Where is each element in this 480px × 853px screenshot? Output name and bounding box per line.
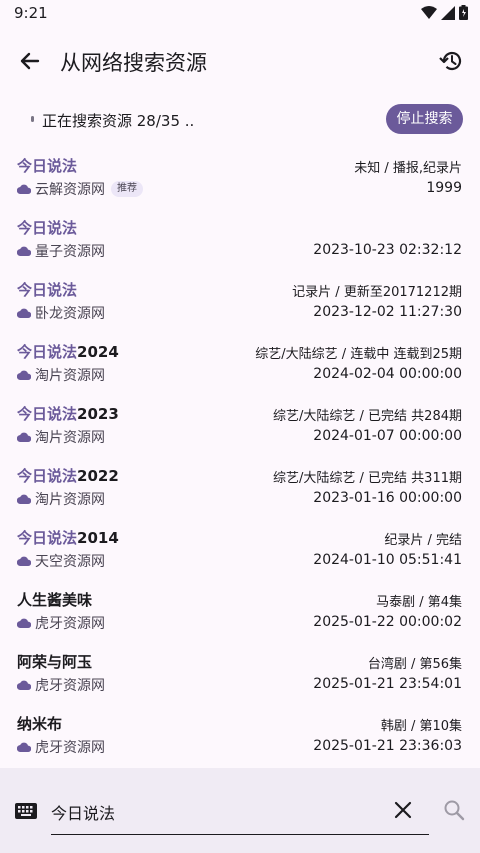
item-title: 阿荣与阿玉 [17, 653, 93, 671]
cloud-icon [17, 432, 31, 442]
item-source: 卧龙资源网 [17, 303, 105, 323]
item-source: 淘片资源网 [17, 489, 105, 509]
status-icons [421, 5, 468, 20]
item-meta: 未知 / 播报,纪录片 [354, 161, 462, 176]
source-name: 虎牙资源网 [35, 616, 105, 632]
source-name: 淘片资源网 [35, 430, 105, 446]
cloud-icon [17, 308, 31, 318]
list-item[interactable]: 人生酱美味 虎牙资源网 马泰剧 / 第4集 2025-01-22 00:00:0… [0, 583, 480, 645]
arrow-back-icon [20, 52, 40, 70]
battery-icon [459, 5, 468, 20]
search-progress-text: 正在搜索资源 28/35 .. [42, 112, 195, 130]
item-title: 人生酱美味 [17, 591, 93, 609]
item-time: 2024-02-04 00:00:00 [313, 366, 462, 382]
progress-indicator [31, 116, 34, 122]
cloud-icon [17, 494, 31, 504]
list-item[interactable]: 今日说法 云解资源网 推荐 未知 / 播报,纪录片 1999 [0, 149, 480, 211]
cloud-icon [17, 742, 31, 752]
list-item[interactable]: 今日说法2014 天空资源网 纪录片 / 完结 2024-01-10 05:51… [0, 521, 480, 583]
wifi-icon [421, 5, 437, 19]
item-meta: 综艺/大陆综艺 / 已完结 共284期 [273, 409, 462, 424]
item-meta: 记录片 / 更新至20171212期 [292, 285, 462, 300]
item-time: 2025-01-22 00:00:02 [313, 614, 462, 630]
source-name: 淘片资源网 [35, 492, 105, 508]
search-input-value: 今日说法 [51, 804, 116, 823]
item-source: 虎牙资源网 [17, 737, 105, 757]
item-source: 云解资源网 推荐 [17, 179, 143, 199]
cloud-icon [17, 370, 31, 380]
search-bar: 今日说法 [0, 768, 480, 853]
cloud-icon [17, 618, 31, 628]
item-time: 1999 [426, 180, 462, 196]
source-name: 虎牙资源网 [35, 678, 105, 694]
list-item[interactable]: 纳米布 虎牙资源网 韩剧 / 第10集 2025-01-21 23:36:03 [0, 707, 480, 769]
item-time: 2023-01-16 00:00:00 [313, 490, 462, 506]
keyboard-icon[interactable] [15, 803, 37, 819]
item-time: 2025-01-21 23:54:01 [313, 676, 462, 692]
app-bar: 从网络搜索资源 [0, 36, 480, 86]
item-meta: 台湾剧 / 第56集 [367, 657, 462, 672]
page-title: 从网络搜索资源 [60, 51, 207, 75]
item-source: 淘片资源网 [17, 427, 105, 447]
search-icon [444, 800, 465, 821]
list-item[interactable]: 阿荣与阿玉 虎牙资源网 台湾剧 / 第56集 2025-01-21 23:54:… [0, 645, 480, 707]
item-title: 今日说法 [17, 157, 78, 175]
source-name: 量子资源网 [35, 244, 105, 260]
item-title: 今日说法2014 [17, 529, 119, 547]
item-source: 淘片资源网 [17, 365, 105, 385]
item-meta: 马泰剧 / 第4集 [376, 595, 462, 610]
clear-button[interactable] [392, 799, 414, 821]
cloud-icon [17, 680, 31, 690]
item-title: 今日说法 [17, 219, 78, 237]
cloud-icon [17, 246, 31, 256]
close-icon [394, 801, 412, 819]
list-item[interactable]: 今日说法2024 淘片资源网 综艺/大陆综艺 / 连载中 连载到25期 2024… [0, 335, 480, 397]
item-meta: 综艺/大陆综艺 / 已完结 共311期 [273, 471, 462, 486]
item-title: 今日说法 [17, 281, 78, 299]
source-name: 淘片资源网 [35, 368, 105, 384]
item-title: 今日说法2024 [17, 343, 119, 361]
list-item[interactable]: 今日说法 量子资源网 2023-10-23 02:32:12 [0, 211, 480, 273]
source-name: 虎牙资源网 [35, 740, 105, 756]
source-name: 天空资源网 [35, 554, 105, 570]
item-time: 2025-01-21 23:36:03 [313, 738, 462, 754]
status-time: 9:21 [14, 4, 48, 22]
results-list: 今日说法 云解资源网 推荐 未知 / 播报,纪录片 1999 今日说法 量子资源… [0, 149, 480, 769]
item-meta: 综艺/大陆综艺 / 连载中 连载到25期 [255, 347, 462, 362]
item-time: 2023-12-02 11:27:30 [313, 304, 462, 320]
stop-search-button[interactable]: 停止搜索 [386, 104, 463, 134]
list-item[interactable]: 今日说法2022 淘片资源网 综艺/大陆综艺 / 已完结 共311期 2023-… [0, 459, 480, 521]
source-name: 云解资源网 [35, 182, 105, 198]
item-time: 2024-01-07 00:00:00 [313, 428, 462, 444]
source-name: 卧龙资源网 [35, 306, 105, 322]
recommend-badge: 推荐 [111, 181, 143, 197]
item-source: 虎牙资源网 [17, 613, 105, 633]
item-title: 今日说法2022 [17, 467, 119, 485]
signal-icon [441, 5, 455, 20]
item-title: 今日说法2023 [17, 405, 119, 423]
item-source: 虎牙资源网 [17, 675, 105, 695]
search-input[interactable]: 今日说法 [51, 792, 429, 835]
item-title: 纳米布 [17, 715, 63, 733]
item-meta: 纪录片 / 完结 [384, 533, 462, 548]
item-source: 天空资源网 [17, 551, 105, 571]
list-item[interactable]: 今日说法 卧龙资源网 记录片 / 更新至20171212期 2023-12-02… [0, 273, 480, 335]
item-time: 2023-10-23 02:32:12 [313, 242, 462, 258]
search-progress: 正在搜索资源 28/35 .. 停止搜索 [0, 102, 480, 136]
cloud-icon [17, 184, 31, 194]
list-item[interactable]: 今日说法2023 淘片资源网 综艺/大陆综艺 / 已完结 共284期 2024-… [0, 397, 480, 459]
search-button[interactable] [443, 799, 465, 821]
history-button[interactable] [436, 46, 466, 76]
item-time: 2024-01-10 05:51:41 [313, 552, 462, 568]
history-icon [439, 51, 462, 71]
back-button[interactable] [14, 46, 46, 76]
item-meta: 韩剧 / 第10集 [380, 719, 462, 734]
status-bar: 9:21 [0, 0, 480, 26]
cloud-icon [17, 556, 31, 566]
item-source: 量子资源网 [17, 241, 105, 261]
